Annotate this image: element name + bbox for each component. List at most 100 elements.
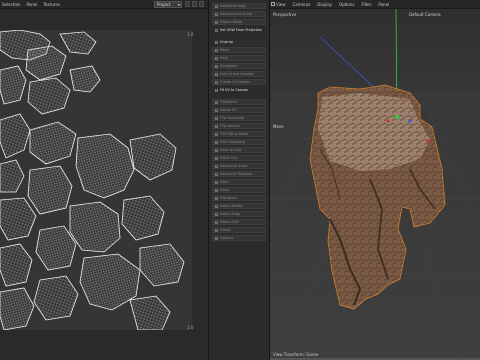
tool-item[interactable]: Create UV Islands	[212, 79, 266, 85]
checkbox-icon	[215, 236, 218, 240]
tool-item[interactable]: Straighten	[212, 63, 266, 69]
menu-options[interactable]: Options	[339, 2, 354, 7]
uv-island	[0, 159, 25, 193]
tool-item-label: Rotate 90	[220, 108, 237, 112]
gizmo-x-handle	[386, 119, 390, 123]
tool-item-label: Create UV Islands	[220, 80, 251, 84]
tool-item[interactable]: Tile Fitting Mode	[212, 131, 266, 137]
tool-item[interactable]: Distribute	[212, 195, 266, 201]
tool-item[interactable]: Select Border	[212, 203, 266, 209]
uv-island	[33, 275, 79, 321]
uv-island	[139, 243, 185, 287]
grid-icon[interactable]	[192, 1, 197, 7]
tool-item-label: Flip Horizontal	[220, 116, 245, 120]
menu-panel-vp[interactable]: Panel	[378, 2, 389, 7]
tool-item[interactable]: Match Grid	[212, 219, 266, 225]
tool-item[interactable]: Face Orient Unwrap	[212, 71, 266, 77]
tool-item-label: Face Orient Unwrap	[220, 72, 254, 76]
tool-item[interactable]: Subdivide Align	[212, 3, 266, 9]
checkbox-icon	[215, 124, 218, 128]
uv-island	[25, 45, 67, 81]
uv-wireframe	[0, 30, 185, 330]
checkbox-icon	[215, 196, 218, 200]
projection-value: Project	[157, 2, 171, 7]
tool-item-label: Transform	[220, 100, 237, 104]
tool-item-label: Align	[220, 180, 229, 184]
checkbox-icon	[215, 108, 218, 112]
checkbox-icon	[215, 12, 218, 16]
checkbox-icon	[215, 140, 218, 144]
checkbox-icon	[215, 48, 218, 52]
tool-item[interactable]: Flip Vertical	[212, 123, 266, 129]
tool-item[interactable]: Normalize Rotation	[212, 171, 266, 177]
tool-item-label: Shear	[220, 188, 230, 192]
settings-icon[interactable]	[199, 1, 204, 7]
tool-item[interactable]: Relax	[212, 47, 266, 53]
uv-island	[27, 165, 73, 215]
tool-item[interactable]: Orient	[212, 227, 266, 233]
uv-canvas[interactable]	[0, 30, 192, 330]
tool-item[interactable]: Select Edge	[212, 211, 266, 217]
menu-view[interactable]: View	[276, 2, 286, 7]
checkbox-icon	[215, 28, 218, 32]
gizmo-center	[395, 115, 399, 119]
uv-island	[69, 201, 121, 253]
viewport-toggle-icon[interactable]	[271, 2, 275, 6]
projection-dropdown[interactable]: Project ▾	[154, 1, 182, 8]
uv-island	[0, 197, 37, 241]
tool-item-label: Tile Fitting Mode	[220, 132, 248, 136]
tool-item[interactable]: Rotate 90	[212, 107, 266, 113]
chevron-down-icon: ▾	[177, 2, 180, 7]
checkbox-icon	[215, 100, 218, 104]
tool-item-label: Pixel Snapping	[220, 140, 245, 144]
tool-item[interactable]: Pixel Snapping	[212, 139, 266, 145]
tool-item[interactable]: Flip Horizontal	[212, 115, 266, 121]
3d-viewport[interactable]: View Cameras Display Options Filter Pane…	[270, 0, 480, 360]
checkbox-icon	[215, 204, 218, 208]
menu-filter[interactable]: Filter	[361, 2, 371, 7]
tool-item[interactable]: Unwrap	[212, 39, 266, 45]
checkbox-icon	[215, 188, 218, 192]
uv-ruler-bottom-label: 1.0	[187, 325, 194, 330]
tool-item-label: Set UVW From Projection	[220, 28, 263, 32]
tool-item[interactable]: Project Mode	[212, 19, 266, 25]
checkbox-icon	[215, 40, 218, 44]
checkbox-icon	[215, 148, 218, 152]
uv-editor-panel: Selection Panel Textures Project ▾ 1.0 1…	[0, 0, 208, 360]
menu-panel[interactable]: Panel	[26, 2, 37, 7]
tool-item[interactable]: Snap to Grid	[212, 147, 266, 153]
uv-island	[0, 287, 35, 330]
menu-cameras[interactable]: Cameras	[293, 2, 311, 7]
tool-item[interactable]: Transform	[212, 99, 266, 105]
tool-item[interactable]: Normalize to Scale	[212, 11, 266, 17]
tool-item[interactable]: Set UVW From Projection	[212, 27, 266, 33]
tool-item[interactable]: Options	[212, 235, 266, 241]
checkbox-icon	[215, 88, 218, 92]
tool-item-label: Project Mode	[220, 20, 242, 24]
menu-display[interactable]: Display	[317, 2, 332, 7]
checkbox-icon	[215, 172, 218, 176]
menu-selection[interactable]: Selection	[2, 2, 20, 7]
checkbox-icon	[215, 228, 218, 232]
tool-item-label: Snap to Grid	[220, 148, 242, 152]
uv-tool-panel: Subdivide Align Normalize to Scale Project…	[208, 0, 270, 360]
tool-item-label: Match Grid	[220, 220, 239, 224]
tool-item[interactable]: Pack	[212, 55, 266, 61]
checkbox-icon	[215, 72, 218, 76]
tool-item-label: Flip Vertical	[220, 124, 240, 128]
tool-item[interactable]: Shear	[212, 187, 266, 193]
checkbox-icon	[215, 64, 218, 68]
camera-label: Default Camera	[409, 12, 441, 17]
menu-textures[interactable]: Textures	[43, 2, 60, 7]
uv-island	[0, 113, 31, 159]
uv-island	[69, 65, 101, 93]
tool-item[interactable]: Fit UV to Canvas	[212, 87, 266, 93]
tool-item[interactable]: Stitch UVs	[212, 155, 266, 161]
checkbox-icon	[215, 20, 218, 24]
tool-item[interactable]: Normalize Scale	[212, 163, 266, 169]
tool-item-label: Distribute	[220, 196, 237, 200]
perspective-label: Perspective	[273, 12, 297, 17]
frame-icon[interactable]	[185, 1, 190, 7]
tool-item[interactable]: Align	[212, 179, 266, 185]
tool-item-label: Fit UV to Canvas	[220, 88, 248, 92]
